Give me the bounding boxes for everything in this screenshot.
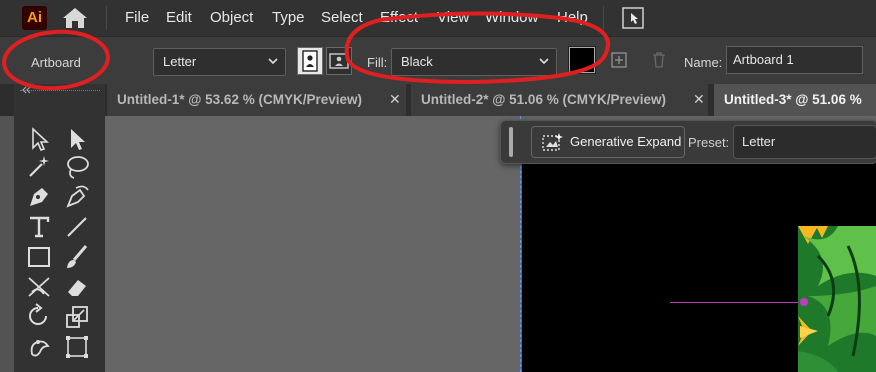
close-icon[interactable]: ✕ [693, 91, 705, 108]
artboard-name-field[interactable]: Artboard 1 [726, 46, 863, 74]
generative-expand-icon [542, 133, 563, 151]
menu-separator [603, 6, 604, 30]
artboard-preset-dropdown[interactable]: Letter [153, 48, 286, 76]
portrait-orientation-button[interactable] [297, 47, 323, 75]
portrait-icon [302, 50, 318, 72]
landscape-orientation-button[interactable] [326, 47, 352, 75]
tab-title: Untitled-2* @ 51.06 % (CMYK/Preview) [421, 92, 666, 107]
magic-wand-tool-icon[interactable] [24, 152, 54, 182]
landscape-icon [329, 53, 349, 69]
menu-help[interactable]: Help [557, 9, 588, 26]
close-icon[interactable]: ✕ [389, 91, 401, 108]
artwork-object[interactable] [798, 226, 876, 372]
rotate-tool-icon[interactable] [24, 302, 54, 332]
illustrator-logo: Ai [22, 6, 47, 30]
menu-bar: Ai File Edit Object Type Select Effect V… [0, 0, 876, 36]
scale-tool-icon[interactable] [62, 302, 92, 332]
tab-title: Untitled-3* @ 51.06 % [724, 92, 862, 107]
tab-untitled-3[interactable]: Untitled-3* @ 51.06 % [714, 84, 876, 116]
pen-tool-icon[interactable] [24, 182, 54, 212]
generative-expand-button[interactable]: Generative Expand [531, 126, 685, 158]
artboard-mode-label: Artboard [31, 55, 81, 70]
document-tab-bar: Untitled-1* @ 53.62 % (CMYK/Preview) ✕ U… [0, 84, 876, 116]
free-transform-tool-icon[interactable] [62, 332, 92, 362]
drag-handle[interactable] [509, 127, 513, 157]
menu-select[interactable]: Select [321, 9, 363, 26]
fill-color-swatch[interactable] [569, 47, 595, 73]
preset-label: Preset: [688, 135, 730, 150]
artboard-name-value: Artboard 1 [733, 52, 794, 67]
menu-view[interactable]: View [437, 9, 469, 26]
tab-untitled-1[interactable]: Untitled-1* @ 53.62 % (CMYK/Preview) ✕ [107, 84, 406, 116]
eraser-tool-icon[interactable] [62, 272, 92, 302]
menu-file[interactable]: File [125, 9, 149, 26]
tab-untitled-2[interactable]: Untitled-2* @ 51.06 % (CMYK/Preview) ✕ [411, 84, 708, 116]
tab-title: Untitled-1* @ 53.62 % (CMYK/Preview) [117, 92, 362, 107]
collapse-panel-icon[interactable] [14, 84, 34, 96]
fill-label: Fill: [367, 55, 388, 70]
chevron-down-icon [539, 58, 549, 65]
menu-window[interactable]: Window [485, 9, 538, 26]
menu-object[interactable]: Object [210, 9, 253, 26]
fill-dropdown[interactable]: Black [391, 48, 557, 76]
home-icon[interactable] [62, 7, 88, 29]
menu-effect[interactable]: Effect [380, 9, 418, 26]
fill-value: Black [401, 54, 433, 69]
new-artboard-icon[interactable] [611, 52, 627, 68]
lasso-tool-icon[interactable] [62, 152, 92, 182]
workspace-switcher-icon[interactable] [622, 7, 644, 29]
preset-value: Letter [742, 134, 776, 149]
line-segment-tool-icon[interactable] [62, 212, 92, 242]
preset-dropdown[interactable]: Letter [733, 125, 876, 159]
menu-separator [106, 6, 107, 30]
name-label: Name: [684, 55, 723, 70]
curvature-tool-icon[interactable] [62, 182, 92, 212]
direct-selection-tool-icon[interactable] [24, 124, 54, 154]
puppet-warp-tool-icon[interactable] [24, 332, 54, 362]
menu-type[interactable]: Type [272, 9, 305, 26]
paintbrush-tool-icon[interactable] [62, 242, 92, 272]
rectangle-tool-icon[interactable] [24, 242, 54, 272]
type-tool-icon[interactable] [24, 212, 54, 242]
artboard-preset-value: Letter [163, 54, 197, 69]
contextual-task-bar: Generative Expand Preset: Letter [500, 120, 876, 164]
menu-edit[interactable]: Edit [166, 9, 192, 26]
delete-artboard-icon[interactable] [651, 51, 667, 69]
chevron-down-icon [268, 58, 278, 65]
shaper-tool-icon[interactable] [24, 272, 54, 302]
generative-expand-label: Generative Expand [570, 134, 682, 149]
selection-tool-icon[interactable] [62, 124, 92, 154]
